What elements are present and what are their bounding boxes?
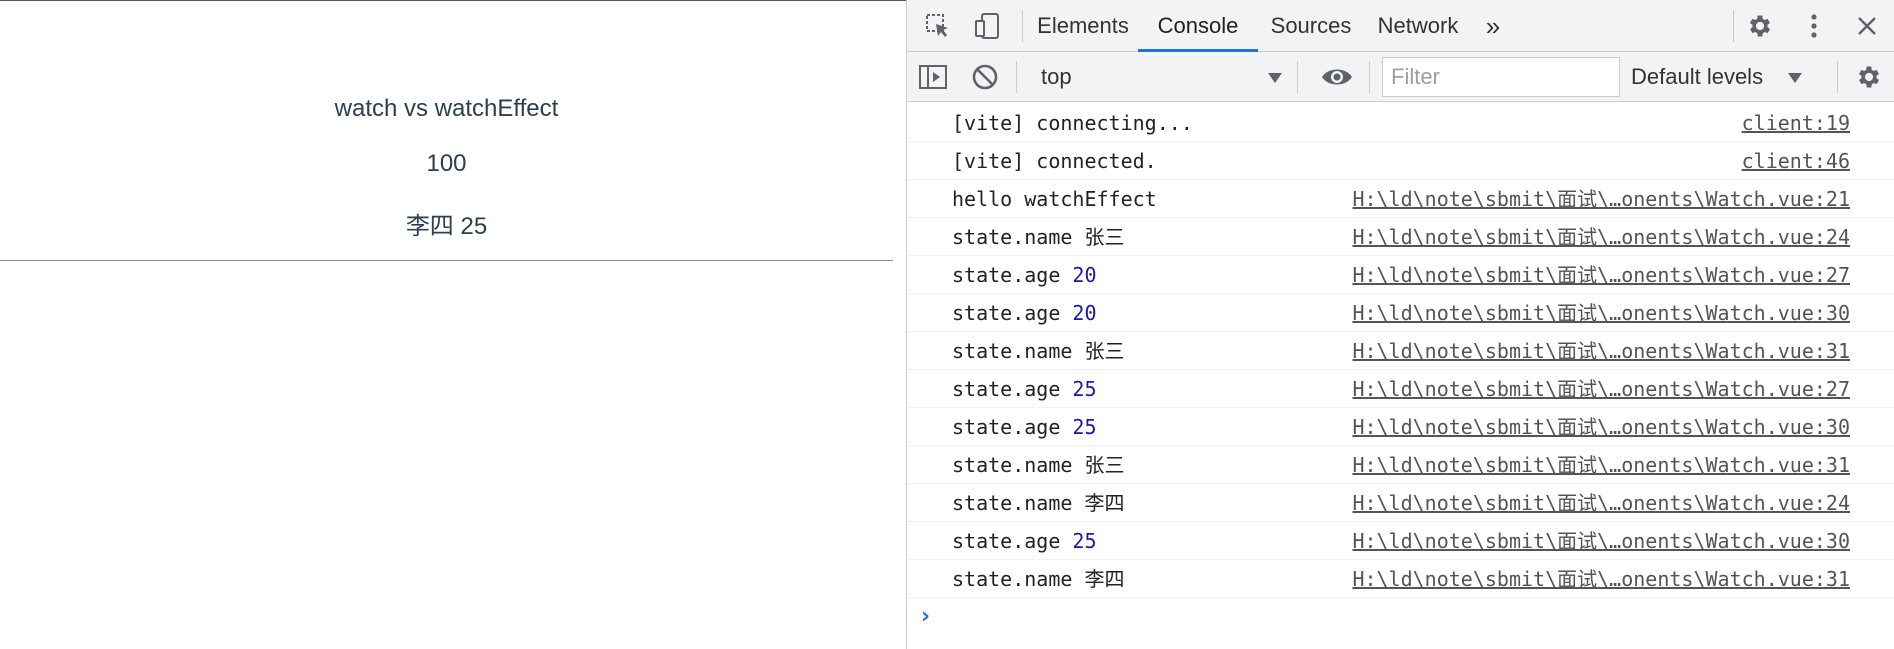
log-label: state.name xyxy=(952,567,1073,591)
toolbar-divider xyxy=(1733,10,1734,42)
log-label: state.age xyxy=(952,529,1061,553)
more-tabs-button[interactable]: » xyxy=(1475,0,1511,52)
console-message: hello watchEffect H:\ld\note\sbmit\面试\…on… xyxy=(907,180,1894,218)
device-toolbar-icon[interactable] xyxy=(971,10,1003,42)
source-link[interactable]: H:\ld\note\sbmit\面试\…onents\Watch.vue:31 xyxy=(1352,446,1850,484)
context-selector-label[interactable]: top xyxy=(1041,52,1072,102)
log-value: 20 xyxy=(1072,301,1097,325)
console-message-text: state.name 张三 xyxy=(952,218,1124,256)
source-link[interactable]: client:46 xyxy=(1742,142,1850,180)
console-messages: [vite] connecting... client:19 [vite] conn… xyxy=(907,104,1894,636)
source-link[interactable]: H:\ld\note\sbmit\面试\…onents\Watch.vue:24 xyxy=(1352,218,1850,256)
source-link[interactable]: H:\ld\note\sbmit\面试\…onents\Watch.vue:27 xyxy=(1352,256,1850,294)
console-message: state.age 25 H:\ld\note\sbmit\面试\…onents\… xyxy=(907,522,1894,560)
log-value: 25 xyxy=(1072,529,1097,553)
console-sidebar-icon[interactable] xyxy=(917,61,949,93)
source-link[interactable]: H:\ld\note\sbmit\面试\…onents\Watch.vue:30 xyxy=(1352,294,1850,332)
log-label: state.age xyxy=(952,415,1061,439)
console-message-text: state.age 20 xyxy=(952,256,1097,294)
log-levels-dropdown[interactable]: Default levels xyxy=(1631,52,1763,102)
console-message-text: state.age 20 xyxy=(952,294,1097,332)
filter-input[interactable] xyxy=(1382,57,1620,97)
console-message-text: state.age 25 xyxy=(952,370,1097,408)
log-value: 张三 xyxy=(1084,225,1125,249)
app-content: watch vs watchEffect 100 李四 25 xyxy=(0,1,893,261)
kebab-menu-icon[interactable] xyxy=(1798,10,1830,42)
console-message-text: hello watchEffect xyxy=(952,187,1157,211)
source-link[interactable]: H:\ld\note\sbmit\面试\…onents\Watch.vue:27 xyxy=(1352,370,1850,408)
toolbar-divider xyxy=(1022,10,1023,42)
log-label: state.name xyxy=(952,339,1073,363)
toolbar-divider xyxy=(1837,61,1838,93)
gear-icon[interactable] xyxy=(1744,10,1776,42)
tab-console[interactable]: Console xyxy=(1138,0,1258,52)
console-message: state.age 25 H:\ld\note\sbmit\面试\…onents\… xyxy=(907,408,1894,446)
console-message-text: state.name 张三 xyxy=(952,332,1124,370)
console-message-text: state.name 李四 xyxy=(952,484,1124,522)
page-title: watch vs watchEffect xyxy=(334,95,559,122)
log-label: state.name xyxy=(952,225,1073,249)
log-value: 李四 xyxy=(1084,491,1125,515)
inspect-element-icon[interactable] xyxy=(922,10,954,42)
source-link[interactable]: client:19 xyxy=(1742,104,1850,142)
console-message-text: state.age 25 xyxy=(952,408,1097,446)
log-label: state.age xyxy=(952,377,1061,401)
source-link[interactable]: H:\ld\note\sbmit\面试\…onents\Watch.vue:31 xyxy=(1352,332,1850,370)
tab-elements[interactable]: Elements xyxy=(1031,0,1135,52)
log-value: 25 xyxy=(1072,377,1097,401)
prompt-chevron-icon: › xyxy=(921,604,931,629)
source-link[interactable]: H:\ld\note\sbmit\面试\…onents\Watch.vue:31 xyxy=(1352,560,1850,598)
tab-network[interactable]: Network xyxy=(1365,0,1471,52)
console-prompt[interactable]: › xyxy=(907,598,1894,636)
console-toolbar: top Default levels xyxy=(907,52,1894,102)
devtools-panel: Elements Console Sources Network » top F… xyxy=(906,0,1894,649)
source-link[interactable]: H:\ld\note\sbmit\面试\…onents\Watch.vue:30 xyxy=(1352,408,1850,446)
console-message: state.name 张三 H:\ld\note\sbmit\面试\…onents… xyxy=(907,446,1894,484)
log-value: 张三 xyxy=(1084,339,1125,363)
console-settings-gear-icon[interactable] xyxy=(1853,61,1885,93)
console-message-text: state.name 张三 xyxy=(952,446,1124,484)
source-link[interactable]: H:\ld\note\sbmit\面试\…onents\Watch.vue:24 xyxy=(1352,484,1850,522)
toolbar-divider xyxy=(1016,61,1017,93)
toolbar-divider xyxy=(1297,61,1298,93)
log-value: 20 xyxy=(1072,263,1097,287)
log-label: state.age xyxy=(952,263,1061,287)
console-message-text: [vite] connecting... xyxy=(952,111,1193,135)
count-value: 100 xyxy=(426,150,467,177)
close-icon[interactable] xyxy=(1851,10,1883,42)
devtools-toolbar: Elements Console Sources Network » xyxy=(907,0,1894,52)
log-label: state.name xyxy=(952,453,1073,477)
console-message: [vite] connected. client:46 xyxy=(907,142,1894,180)
console-message-text: [vite] connected. xyxy=(952,149,1157,173)
log-value: 张三 xyxy=(1084,453,1125,477)
log-label: state.name xyxy=(952,491,1073,515)
console-message-text: state.name 李四 xyxy=(952,560,1124,598)
person-info: 李四 25 xyxy=(405,213,488,240)
toolbar-divider xyxy=(1369,61,1370,93)
console-message: state.name 张三 H:\ld\note\sbmit\面试\…onents… xyxy=(907,218,1894,256)
console-message: state.age 25 H:\ld\note\sbmit\面试\…onents\… xyxy=(907,370,1894,408)
console-message: state.name 李四 H:\ld\note\sbmit\面试\…onents… xyxy=(907,560,1894,598)
console-message: state.name 张三 H:\ld\note\sbmit\面试\…onents… xyxy=(907,332,1894,370)
page-viewport: watch vs watchEffect 100 李四 25 xyxy=(0,0,906,649)
chevron-down-icon[interactable] xyxy=(1267,71,1283,89)
console-message: state.age 20 H:\ld\note\sbmit\面试\…onents\… xyxy=(907,294,1894,332)
console-message-text: state.age 25 xyxy=(952,522,1097,560)
source-link[interactable]: H:\ld\note\sbmit\面试\…onents\Watch.vue:21 xyxy=(1352,180,1850,218)
source-link[interactable]: H:\ld\note\sbmit\面试\…onents\Watch.vue:30 xyxy=(1352,522,1850,560)
levels-chevron-down-icon[interactable] xyxy=(1787,71,1803,89)
console-message: [vite] connecting... client:19 xyxy=(907,104,1894,142)
log-value: 25 xyxy=(1072,415,1097,439)
console-message: state.name 李四 H:\ld\note\sbmit\面试\…onents… xyxy=(907,484,1894,522)
tab-sources[interactable]: Sources xyxy=(1261,0,1361,52)
console-message: state.age 20 H:\ld\note\sbmit\面试\…onents\… xyxy=(907,256,1894,294)
log-value: 李四 xyxy=(1084,567,1125,591)
live-expression-eye-icon[interactable] xyxy=(1321,61,1353,93)
log-label: state.age xyxy=(952,301,1061,325)
clear-console-icon[interactable] xyxy=(969,61,1001,93)
